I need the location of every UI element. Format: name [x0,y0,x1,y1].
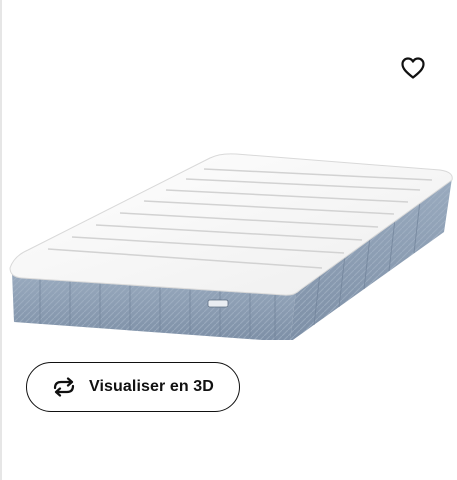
visualise-3d-button[interactable]: Visualiser en 3D [26,362,240,412]
mattress-image [9,153,453,340]
visualise-3d-label: Visualiser en 3D [89,378,214,395]
rotate-arrows-icon [51,377,77,397]
heart-outline-icon [401,57,425,79]
favourite-button[interactable] [396,52,430,84]
